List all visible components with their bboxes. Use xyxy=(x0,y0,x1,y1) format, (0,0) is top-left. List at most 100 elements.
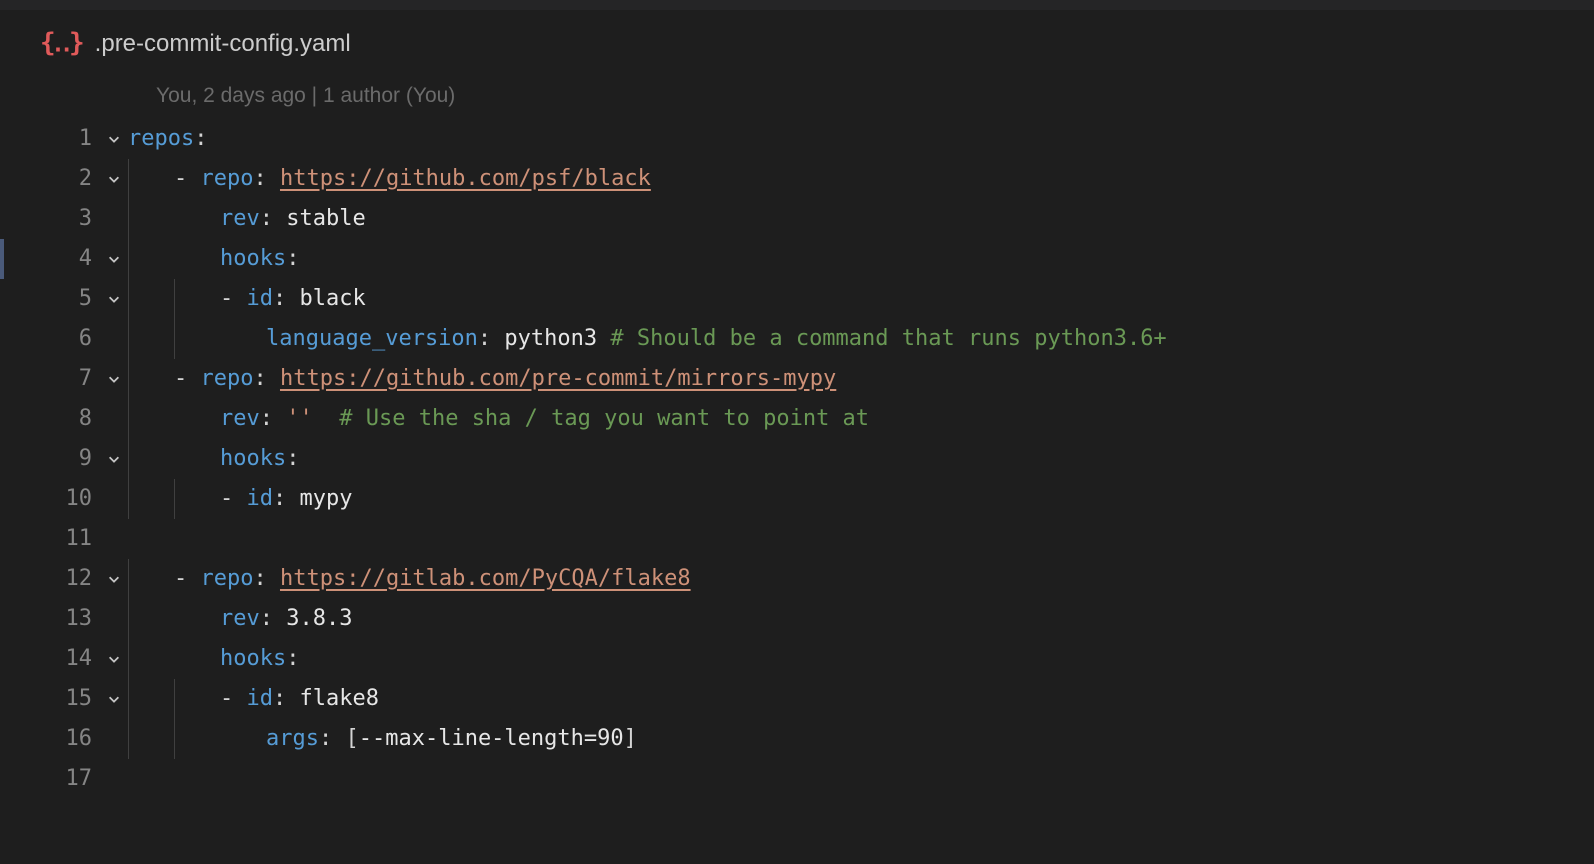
code-line[interactable]: 12 - repo: https://gitlab.com/PyCQA/flake… xyxy=(0,559,1594,599)
tab-bar xyxy=(0,0,1594,10)
code-content[interactable]: - id: mypy xyxy=(220,479,352,519)
token-colon: : xyxy=(286,639,299,679)
code-content[interactable]: rev: '' # Use the sha / tag you want to … xyxy=(220,399,869,439)
fold-toggle[interactable] xyxy=(100,172,128,186)
code-line[interactable]: 10 - id: mypy xyxy=(0,479,1594,519)
token-num: python3 xyxy=(504,319,597,359)
line-number: 4 xyxy=(0,239,100,279)
token-num: --max-line-length=90 xyxy=(359,719,624,759)
indent-guides xyxy=(128,439,220,479)
token-key: hooks xyxy=(220,639,286,679)
token-num: stable xyxy=(286,199,365,239)
code-line[interactable]: 15 - id: flake8 xyxy=(0,679,1594,719)
code-line[interactable]: 8 rev: '' # Use the sha / tag you want to… xyxy=(0,399,1594,439)
fold-toggle[interactable] xyxy=(100,452,128,466)
code-content[interactable]: args: [--max-line-length=90] xyxy=(266,719,637,759)
code-content[interactable]: repos: xyxy=(128,119,207,159)
token-key: rev xyxy=(220,599,260,639)
fold-toggle[interactable] xyxy=(100,372,128,386)
token-colon: : xyxy=(253,159,280,199)
token-key: repo xyxy=(201,359,254,399)
token-dash: - xyxy=(220,679,247,719)
fold-toggle[interactable] xyxy=(100,292,128,306)
code-content[interactable]: hooks: xyxy=(220,439,299,479)
code-content[interactable]: - repo: https://github.com/psf/black xyxy=(174,159,651,199)
token-str: '' xyxy=(286,399,313,439)
code-line[interactable]: 7 - repo: https://github.com/pre-commit/m… xyxy=(0,359,1594,399)
indent-guides xyxy=(128,399,220,439)
token-num: mypy xyxy=(300,479,353,519)
token-key: rev xyxy=(220,199,260,239)
line-number: 12 xyxy=(0,559,100,599)
token-key: repo xyxy=(201,559,254,599)
code-line[interactable]: 4 hooks: xyxy=(0,239,1594,279)
fold-toggle[interactable] xyxy=(100,692,128,706)
code-line[interactable]: 6 language_version: python3 # Should be a… xyxy=(0,319,1594,359)
fold-toggle[interactable] xyxy=(100,132,128,146)
code-line[interactable]: 17 xyxy=(0,759,1594,799)
line-number: 6 xyxy=(0,319,100,359)
indent-guides xyxy=(128,639,220,679)
code-content[interactable]: rev: 3.8.3 xyxy=(220,599,352,639)
token-comment: # Use the sha / tag you want to point at xyxy=(313,399,869,439)
token-num: flake8 xyxy=(300,679,379,719)
line-number: 1 xyxy=(0,119,100,159)
token-key: args xyxy=(266,719,319,759)
change-marker xyxy=(0,239,4,279)
token-colon: : xyxy=(260,199,287,239)
token-dash: - xyxy=(220,279,247,319)
fold-toggle[interactable] xyxy=(100,572,128,586)
token-key: rev xyxy=(220,399,260,439)
code-line[interactable]: 11 xyxy=(0,519,1594,559)
code-content[interactable]: - repo: https://gitlab.com/PyCQA/flake8 xyxy=(174,559,691,599)
code-content[interactable]: hooks: xyxy=(220,639,299,679)
indent-guides xyxy=(128,199,220,239)
line-number: 10 xyxy=(0,479,100,519)
token-key: hooks xyxy=(220,439,286,479)
url-link[interactable]: https://gitlab.com/PyCQA/flake8 xyxy=(280,559,691,599)
code-content[interactable]: - id: black xyxy=(220,279,366,319)
token-colon: : xyxy=(194,119,207,159)
token-bracket: ] xyxy=(624,719,637,759)
indent-guides xyxy=(128,679,220,719)
token-dash: - xyxy=(220,479,247,519)
indent-guides xyxy=(128,319,266,359)
indent-guides xyxy=(128,279,220,319)
code-line[interactable]: 16args: [--max-line-length=90] xyxy=(0,719,1594,759)
url-link[interactable]: https://github.com/pre-commit/mirrors-my… xyxy=(280,359,836,399)
file-name: .pre-commit-config.yaml xyxy=(95,22,351,65)
code-content[interactable]: language_version: python3 # Should be a … xyxy=(266,319,1167,359)
code-line[interactable]: 9 hooks: xyxy=(0,439,1594,479)
code-line[interactable]: 14hooks: xyxy=(0,639,1594,679)
token-key: id xyxy=(247,679,274,719)
code-content[interactable]: - repo: https://github.com/pre-commit/mi… xyxy=(174,359,836,399)
code-content[interactable]: hooks: xyxy=(220,239,299,279)
url-link[interactable]: https://github.com/psf/black xyxy=(280,159,651,199)
code-line[interactable]: 13rev: 3.8.3 xyxy=(0,599,1594,639)
code-editor[interactable]: 1 repos: 2 - repo: https://github.com/psf/b… xyxy=(0,119,1594,799)
indent-guides xyxy=(128,559,174,599)
code-content[interactable]: rev: stable xyxy=(220,199,366,239)
indent-guides xyxy=(128,719,266,759)
fold-toggle[interactable] xyxy=(100,652,128,666)
indent-guides xyxy=(128,599,220,639)
line-number: 17 xyxy=(0,759,100,799)
line-number: 9 xyxy=(0,439,100,479)
code-line[interactable]: 1 repos: xyxy=(0,119,1594,159)
code-line[interactable]: 2 - repo: https://github.com/psf/black xyxy=(0,159,1594,199)
editor-header: {‥} .pre-commit-config.yaml xyxy=(0,10,1594,77)
fold-toggle[interactable] xyxy=(100,252,128,266)
line-number: 15 xyxy=(0,679,100,719)
line-number: 2 xyxy=(0,159,100,199)
token-key: hooks xyxy=(220,239,286,279)
code-content[interactable]: - id: flake8 xyxy=(220,679,379,719)
token-colon: : xyxy=(319,719,346,759)
yaml-file-icon: {‥} xyxy=(40,20,83,67)
line-number: 8 xyxy=(0,399,100,439)
code-line[interactable]: 3rev: stable xyxy=(0,199,1594,239)
token-key: id xyxy=(247,479,274,519)
token-colon: : xyxy=(286,439,299,479)
code-line[interactable]: 5- id: black xyxy=(0,279,1594,319)
line-number: 7 xyxy=(0,359,100,399)
token-key: repos xyxy=(128,119,194,159)
